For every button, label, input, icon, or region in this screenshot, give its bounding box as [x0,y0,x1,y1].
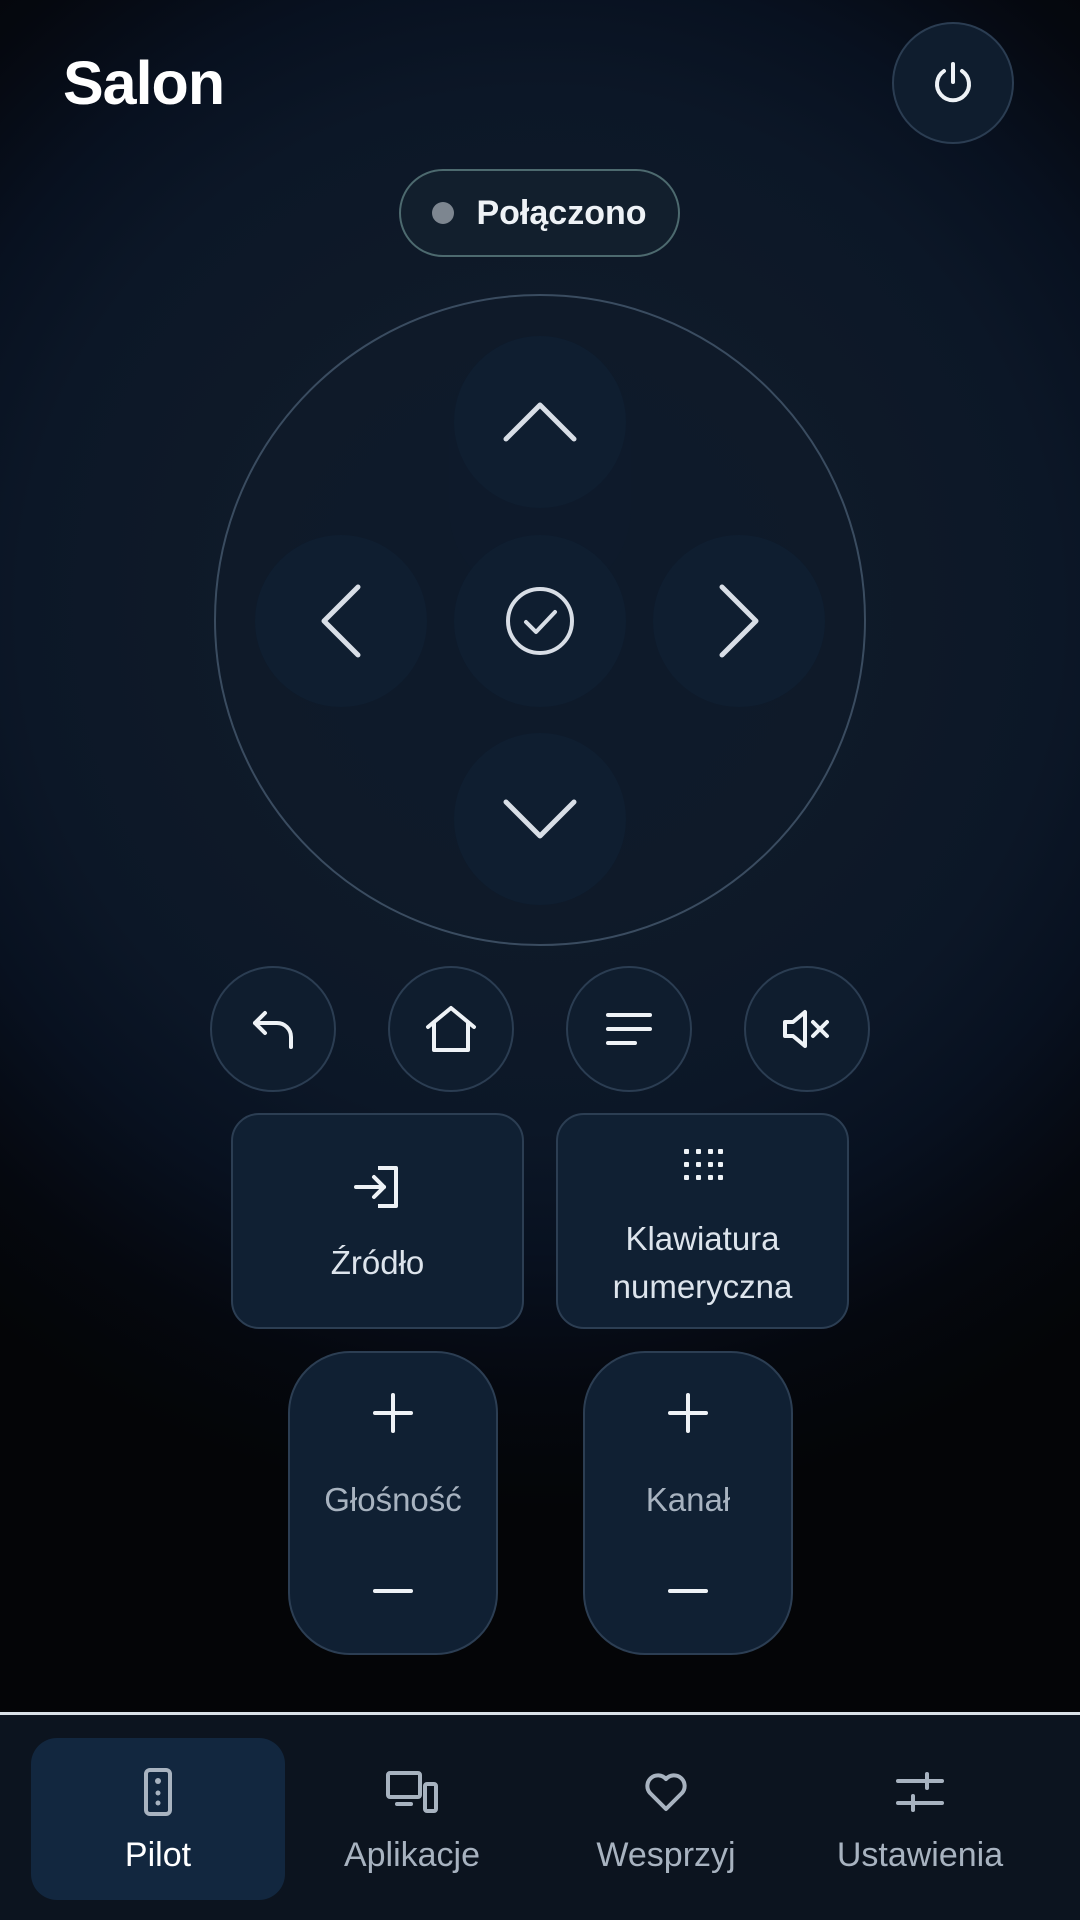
chevron-right-icon [719,584,759,658]
volume-up-button[interactable] [290,1393,496,1433]
check-circle-icon [506,587,574,655]
remote-icon [144,1768,172,1816]
menu-button[interactable] [566,966,692,1092]
dpad-ok-button[interactable] [454,535,626,707]
volume-down-button[interactable] [290,1587,496,1595]
volume-label: Głośność [324,1481,462,1518]
nav-label: Aplikacje [343,1836,481,1874]
dpad-left-button[interactable] [255,535,427,707]
nav-item-ustawienia[interactable]: Ustawienia [793,1738,1047,1900]
plus-icon [668,1393,708,1433]
nav-label: Wesprzyj [596,1836,736,1874]
status-dot [432,202,455,224]
status-label: Połączono [476,193,647,232]
dpad-up-button[interactable] [454,336,626,508]
chevron-up-icon [503,402,577,442]
nav-label: Ustawienia [836,1836,1004,1874]
channel-rocker: Kanał [583,1351,793,1655]
dpad-right-button[interactable] [653,535,825,707]
numpad-label-line2: numeryczna [612,1268,793,1305]
channel-label: Kanał [645,1481,731,1518]
back-button[interactable] [210,966,336,1092]
remote-screen: Salon Połączono Źródło Klawiatura numery… [0,0,1080,1920]
plus-icon [373,1393,413,1433]
heart-icon [645,1773,687,1811]
nav-item-pilot[interactable]: Pilot [31,1738,285,1900]
chevron-left-icon [321,584,361,658]
source-button[interactable]: Źródło [231,1113,524,1329]
nav-item-aplikacje[interactable]: Aplikacje [285,1738,539,1900]
channel-down-button[interactable] [585,1587,791,1595]
dpad-down-button[interactable] [454,733,626,905]
page-title: Salon [63,49,225,117]
minus-icon [373,1589,413,1593]
volume-rocker: Głośność [288,1351,498,1655]
numpad-button[interactable]: Klawiatura numeryczna [556,1113,849,1329]
menu-icon [606,1013,652,1045]
input-icon [353,1166,398,1208]
bottom-navigation: Pilot Aplikacje Wesprzyj Ustawienia [0,1712,1080,1920]
power-icon [935,62,971,103]
nav-label: Pilot [124,1836,192,1874]
mute-icon [783,1010,829,1048]
back-icon [253,1011,293,1049]
sliders-icon [896,1772,944,1812]
channel-up-button[interactable] [585,1393,791,1433]
home-icon [426,1006,476,1052]
connection-status-badge: Połączono [399,169,680,257]
mute-button[interactable] [744,966,870,1092]
source-label: Źródło [330,1244,425,1281]
power-button[interactable] [892,22,1014,144]
minus-icon [668,1589,708,1593]
chevron-down-icon [503,799,577,839]
home-button[interactable] [388,966,514,1092]
nav-item-wesprzyj[interactable]: Wesprzyj [539,1738,793,1900]
numpad-label-line1: Klawiatura [625,1220,780,1257]
dialpad-icon [683,1149,723,1180]
devices-icon [386,1771,438,1813]
